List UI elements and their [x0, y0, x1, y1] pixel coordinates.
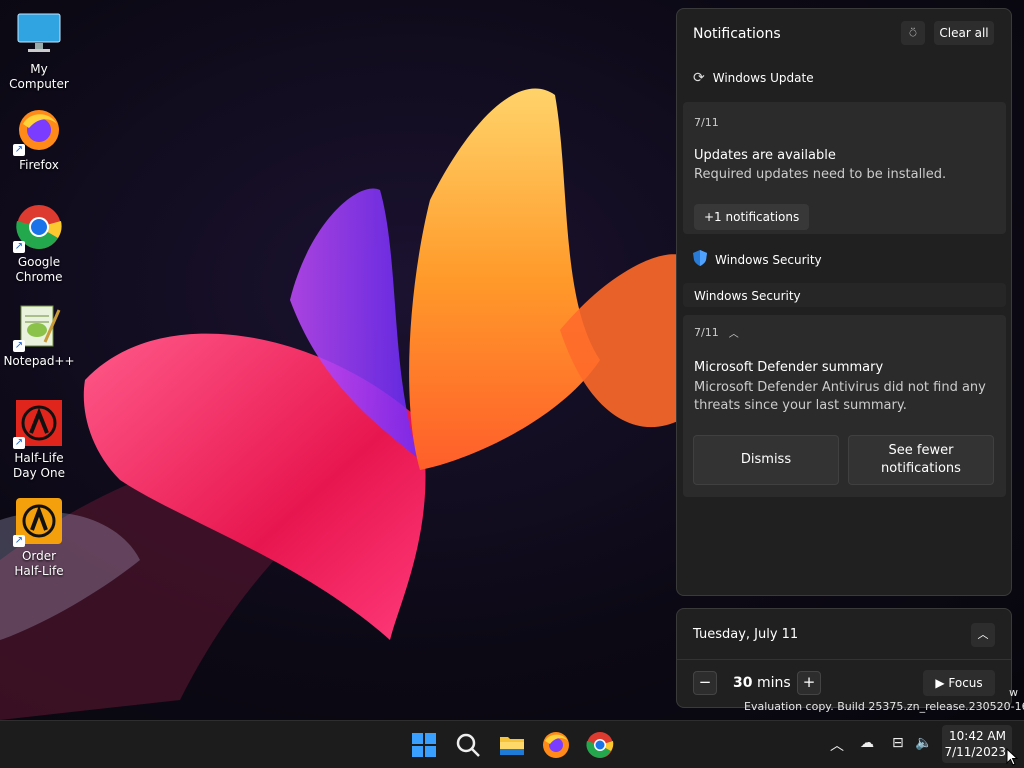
divider — [677, 659, 1011, 660]
notepad-plus-plus-icon: ↗ — [13, 302, 63, 352]
search-icon — [456, 733, 480, 757]
calendar-panel: Tuesday, July 11 ︿ − 30 mins + ▶ Focus — [676, 608, 1012, 708]
desktop-icon-label: Firefox — [19, 158, 59, 172]
clock-date: 7/11/2023 — [944, 745, 1006, 759]
taskbar: ︿ ☁ ⊟ 🔈 10:42 AM 7/11/2023 — [0, 720, 1024, 768]
calendar-collapse-button[interactable]: ︿ — [971, 623, 995, 647]
chevron-up-icon[interactable]: ︿ — [729, 325, 739, 340]
notification-date: 7/11 — [694, 326, 719, 339]
firefox-icon: ↗ — [13, 106, 63, 156]
notification-body: Required updates need to be installed. — [694, 167, 947, 182]
clock-time: 10:42 AM — [949, 729, 1006, 743]
desktop-icon-my-computer[interactable]: My Computer — [0, 10, 78, 92]
notifications-title: Notifications — [693, 26, 781, 42]
file-explorer-icon — [500, 737, 524, 755]
network-icon[interactable]: ⊟ — [892, 735, 904, 751]
desktop-icon-order-half-life[interactable]: ↗ Order Half-Life — [0, 497, 78, 579]
chevron-up-icon: ︿ — [977, 628, 989, 641]
desktop-icon-label: Google Chrome — [15, 255, 63, 284]
focus-increase-button[interactable]: + — [797, 671, 821, 695]
shortcut-arrow-icon: ↗ — [13, 241, 25, 253]
shortcut-arrow-icon: ↗ — [13, 437, 25, 449]
desktop-icon-firefox[interactable]: ↗ Firefox — [0, 106, 78, 173]
shield-icon — [693, 250, 707, 269]
start-button[interactable] — [408, 729, 440, 761]
focus-minutes-value: 30 — [733, 675, 753, 691]
play-icon: ▶ — [935, 676, 945, 690]
clear-all-button[interactable]: Clear all — [934, 21, 994, 45]
desktop-icon-label: Order Half-Life — [14, 549, 64, 578]
chrome-icon — [586, 732, 614, 758]
mouse-cursor-icon — [1006, 748, 1018, 766]
firefox-taskbar-button[interactable] — [540, 729, 572, 761]
chevron-up-icon[interactable]: ︿ — [830, 735, 844, 755]
file-explorer-button[interactable] — [496, 729, 528, 761]
notification-card-defender[interactable]: 7/11 ︿ Microsoft Defender summary Micros… — [683, 315, 1006, 497]
half-life-icon: ↗ — [13, 399, 63, 449]
focus-minutes-unit: mins — [756, 675, 791, 691]
notification-title: Microsoft Defender summary — [694, 360, 884, 375]
notification-card-updates[interactable]: 7/11 Updates are available Required upda… — [683, 102, 1006, 234]
see-fewer-notifications-button[interactable]: See fewer notifications — [848, 435, 994, 485]
start-icon — [412, 733, 436, 757]
desktop-icon-label: My Computer — [9, 62, 69, 91]
do-not-disturb-icon: ⍥ — [909, 26, 917, 40]
notification-date-row: 7/11 ︿ — [694, 325, 739, 340]
focus-duration: 30 mins — [733, 675, 791, 691]
focus-button[interactable]: ▶ Focus — [923, 670, 995, 696]
shortcut-arrow-icon: ↗ — [13, 144, 25, 156]
focus-button-label: Focus — [948, 676, 983, 690]
desktop-icon-google-chrome[interactable]: ↗ Google Chrome — [0, 203, 78, 285]
desktop-icon-notepad-plus-plus[interactable]: ↗ Notepad++ — [0, 302, 78, 369]
chrome-taskbar-button[interactable] — [584, 729, 616, 761]
refresh-icon: ⟳ — [693, 70, 705, 86]
evaluation-watermark: Evaluation copy. Build 25375.zn_release.… — [744, 700, 1024, 713]
calendar-date: Tuesday, July 11 — [693, 627, 799, 642]
search-button[interactable] — [452, 729, 484, 761]
cloud-offline-icon[interactable]: ☁ — [860, 735, 874, 751]
desktop-icon-label: Half-Life Day One — [13, 451, 65, 480]
more-notifications-button[interactable]: +1 notifications — [694, 204, 810, 230]
dismiss-button[interactable]: Dismiss — [693, 435, 839, 485]
security-subgroup-header: Windows Security — [683, 283, 1006, 307]
shortcut-arrow-icon: ↗ — [13, 340, 25, 352]
notification-body: Microsoft Defender Antivirus did not fin… — [694, 380, 986, 413]
monitor-icon — [15, 10, 63, 58]
notification-title: Updates are available — [694, 148, 836, 163]
watermark-fragment: w — [1009, 686, 1018, 699]
half-life-order-icon: ↗ — [13, 497, 63, 547]
notification-date: 7/11 — [694, 116, 719, 129]
subgroup-label: Windows Security — [694, 289, 801, 303]
group-title-label: Windows Security — [715, 252, 822, 267]
volume-icon[interactable]: 🔈 — [915, 735, 932, 751]
do-not-disturb-button[interactable]: ⍥ — [901, 21, 925, 45]
firefox-icon — [543, 732, 569, 758]
chrome-icon: ↗ — [13, 203, 63, 253]
group-title-label: Windows Update — [712, 71, 814, 85]
notification-center: Notifications ⍥ Clear all ⟳ Windows Upda… — [676, 8, 1012, 596]
desktop-icon-label: Notepad++ — [3, 354, 75, 368]
group-windows-security: Windows Security — [693, 250, 822, 269]
system-clock[interactable]: 10:42 AM 7/11/2023 — [942, 725, 1012, 763]
focus-decrease-button[interactable]: − — [693, 671, 717, 695]
desktop-icon-half-life-day-one[interactable]: ↗ Half-Life Day One — [0, 399, 78, 481]
group-windows-update: ⟳ Windows Update — [693, 70, 814, 86]
shortcut-arrow-icon: ↗ — [13, 535, 25, 547]
